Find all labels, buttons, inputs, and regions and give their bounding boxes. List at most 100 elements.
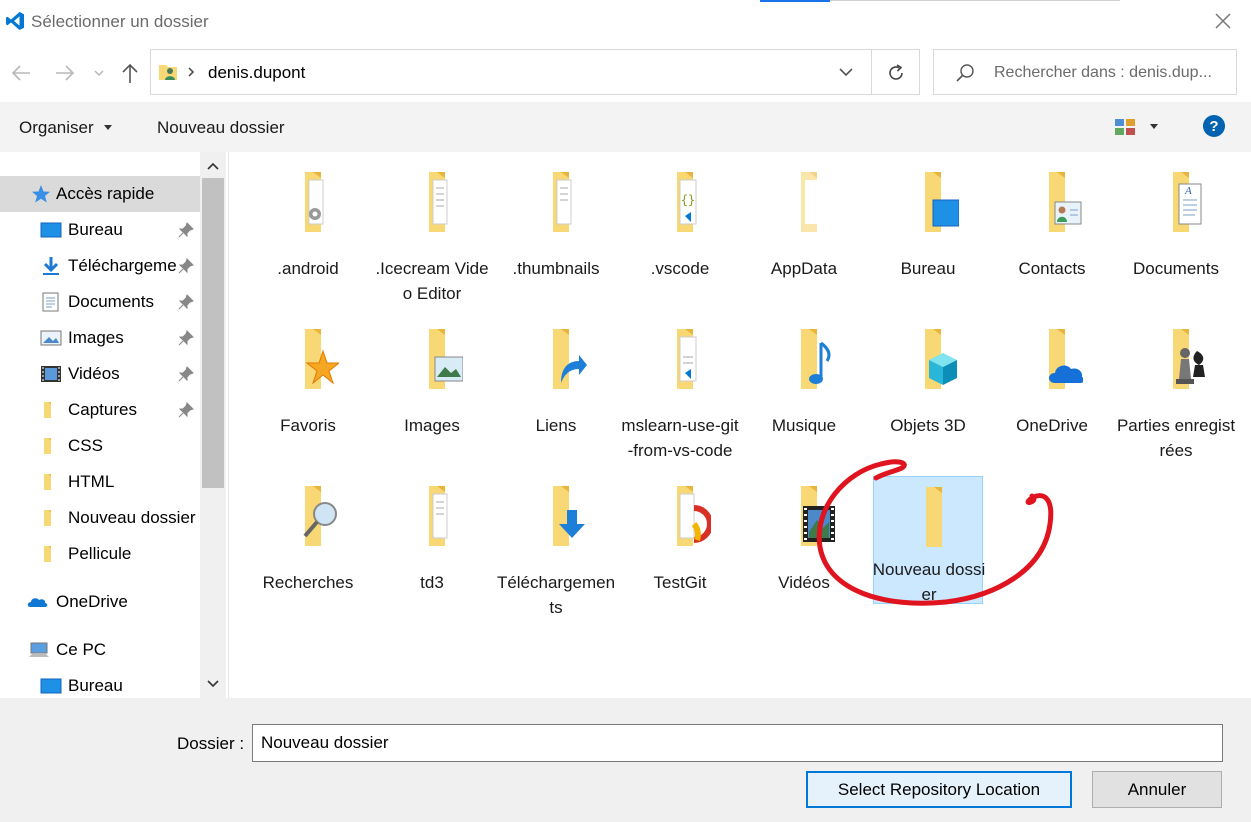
address-path[interactable]: denis.dupont xyxy=(208,63,305,83)
folder-view: .android .Icecream Video Editor .thumbna… xyxy=(232,152,1251,698)
desktop-icon xyxy=(40,678,62,694)
folder-name: Objets 3D xyxy=(890,416,966,435)
folder-item[interactable]: Musique xyxy=(749,327,859,447)
folder-item[interactable]: .Icecream Video Editor xyxy=(375,170,489,310)
folder-name: OneDrive xyxy=(1016,416,1088,435)
help-icon[interactable]: ? xyxy=(1202,114,1226,138)
sidebar-item-bureau-pc[interactable]: Bureau xyxy=(0,668,200,698)
folder-star-icon xyxy=(305,329,339,389)
navigation-scrollbar[interactable] xyxy=(200,152,226,698)
cancel-button[interactable]: Annuler xyxy=(1092,771,1222,808)
sidebar-item-pellicule[interactable]: Pellicule xyxy=(0,536,200,572)
breadcrumb-chevron-icon xyxy=(188,67,195,77)
folder-vscode-icon xyxy=(677,329,697,389)
folder-item[interactable]: {} .vscode xyxy=(625,170,735,290)
folder-item[interactable]: AppData xyxy=(749,170,859,290)
address-bar[interactable]: denis.dupont xyxy=(150,49,920,95)
sidebar-item-label: Vidéos xyxy=(68,364,120,383)
sidebar-item-quick-access[interactable]: Accès rapide xyxy=(0,176,200,212)
sidebar-item-label: Ce PC xyxy=(56,640,107,659)
scrollbar-thumb[interactable] xyxy=(202,178,224,488)
folder-search-icon xyxy=(303,486,337,546)
folder-item[interactable]: OneDrive xyxy=(997,327,1107,447)
folder-documents-icon: A xyxy=(1173,172,1202,232)
folder-item[interactable]: Parties enregistrées xyxy=(1117,327,1235,467)
folder-vscode-icon: {} xyxy=(677,172,697,232)
folder-item[interactable]: Images xyxy=(377,327,487,447)
sidebar-item-ce-pc[interactable]: Ce PC xyxy=(0,632,200,668)
refresh-icon[interactable] xyxy=(885,62,907,84)
recent-chevron-down-icon[interactable] xyxy=(92,60,106,86)
sidebar-item-label: Bureau xyxy=(68,676,123,695)
folder-document-icon xyxy=(553,172,572,232)
sidebar-item-nouveau-dossier[interactable]: Nouveau dossier xyxy=(0,500,200,536)
select-repository-location-button[interactable]: Select Repository Location xyxy=(806,771,1072,808)
window-title: Sélectionner un dossier xyxy=(31,12,209,31)
folder-item[interactable]: Téléchargements xyxy=(497,484,615,624)
folder-chess-icon xyxy=(1173,329,1205,389)
folder-item[interactable]: Liens xyxy=(501,327,611,447)
pin-icon[interactable] xyxy=(178,294,194,310)
organize-caret-icon[interactable] xyxy=(103,124,113,132)
sidebar-item-label: Accès rapide xyxy=(56,184,155,203)
folder-item[interactable]: Contacts xyxy=(997,170,1107,290)
sidebar-item-captures[interactable]: Captures xyxy=(0,392,200,428)
sidebar-item-telechargements[interactable]: Téléchargeme xyxy=(0,248,200,284)
folder-name: Vidéos xyxy=(778,573,830,592)
svg-text:?: ? xyxy=(1209,118,1218,135)
view-options-icon[interactable] xyxy=(1114,117,1136,137)
folder-item[interactable]: Vidéos xyxy=(749,484,859,604)
sidebar-item-label: OneDrive xyxy=(56,592,128,611)
sidebar-item-onedrive[interactable]: OneDrive xyxy=(0,584,200,620)
title-bar: Sélectionner un dossier xyxy=(0,0,1251,44)
close-icon[interactable] xyxy=(1212,10,1234,32)
folder-item[interactable]: Favoris xyxy=(253,327,363,447)
folder-name-input[interactable] xyxy=(252,724,1223,762)
folder-item-selected[interactable]: Nouveau dossier xyxy=(873,476,985,604)
command-bar: Organiser Nouveau dossier ? xyxy=(0,102,1251,152)
organize-menu[interactable]: Organiser xyxy=(19,118,94,138)
folder-icon xyxy=(926,487,942,547)
pin-icon[interactable] xyxy=(178,402,194,418)
folder-item[interactable]: .thumbnails xyxy=(501,170,611,310)
sidebar-item-html[interactable]: HTML xyxy=(0,464,200,500)
sidebar-item-videos[interactable]: Vidéos xyxy=(0,356,200,392)
folder-item[interactable]: A Documents xyxy=(1121,170,1231,290)
pin-icon[interactable] xyxy=(178,258,194,274)
search-placeholder[interactable]: Rechercher dans : denis.dup... xyxy=(994,64,1212,82)
folder-gear-icon xyxy=(305,172,324,232)
folder-item[interactable]: td3 xyxy=(377,484,487,604)
desktop-icon xyxy=(40,222,62,238)
view-caret-icon[interactable] xyxy=(1149,123,1159,131)
sidebar-item-documents[interactable]: Documents xyxy=(0,284,200,320)
scroll-down-icon[interactable] xyxy=(205,678,221,690)
pin-icon[interactable] xyxy=(178,366,194,382)
back-arrow-icon[interactable] xyxy=(8,60,34,86)
folder-item[interactable]: Bureau xyxy=(873,170,983,290)
sidebar-item-css[interactable]: CSS xyxy=(0,428,200,464)
sidebar-item-images[interactable]: Images xyxy=(0,320,200,356)
search-icon xyxy=(956,64,974,82)
new-folder-button[interactable]: Nouveau dossier xyxy=(157,118,285,138)
folder-name: TestGit xyxy=(653,573,707,592)
pin-icon[interactable] xyxy=(178,330,194,346)
sidebar-item-bureau[interactable]: Bureau xyxy=(0,212,200,248)
folder-item[interactable]: TestGit xyxy=(625,484,735,604)
folder-item[interactable]: Objets 3D xyxy=(873,327,983,447)
up-arrow-icon[interactable] xyxy=(117,60,143,86)
folder-name: Images xyxy=(404,416,460,435)
folder-item[interactable]: .android xyxy=(253,170,363,290)
scroll-up-icon[interactable] xyxy=(205,160,221,172)
sidebar-item-label: CSS xyxy=(68,436,103,455)
folder-item[interactable]: mslearn-use-git-from-vs-code xyxy=(621,327,739,467)
forward-arrow-icon[interactable] xyxy=(52,60,78,86)
user-folder-icon xyxy=(159,65,177,80)
folder-name: Documents xyxy=(1133,259,1219,278)
search-box[interactable]: Rechercher dans : denis.dup... xyxy=(933,49,1237,95)
pin-icon[interactable] xyxy=(178,222,194,238)
download-icon xyxy=(43,257,59,275)
folder-link-arrow-icon xyxy=(553,329,587,389)
address-dropdown-icon[interactable] xyxy=(837,65,855,79)
dialog-footer: Dossier : Select Repository Location Ann… xyxy=(0,698,1251,822)
folder-item[interactable]: Recherches xyxy=(253,484,363,604)
